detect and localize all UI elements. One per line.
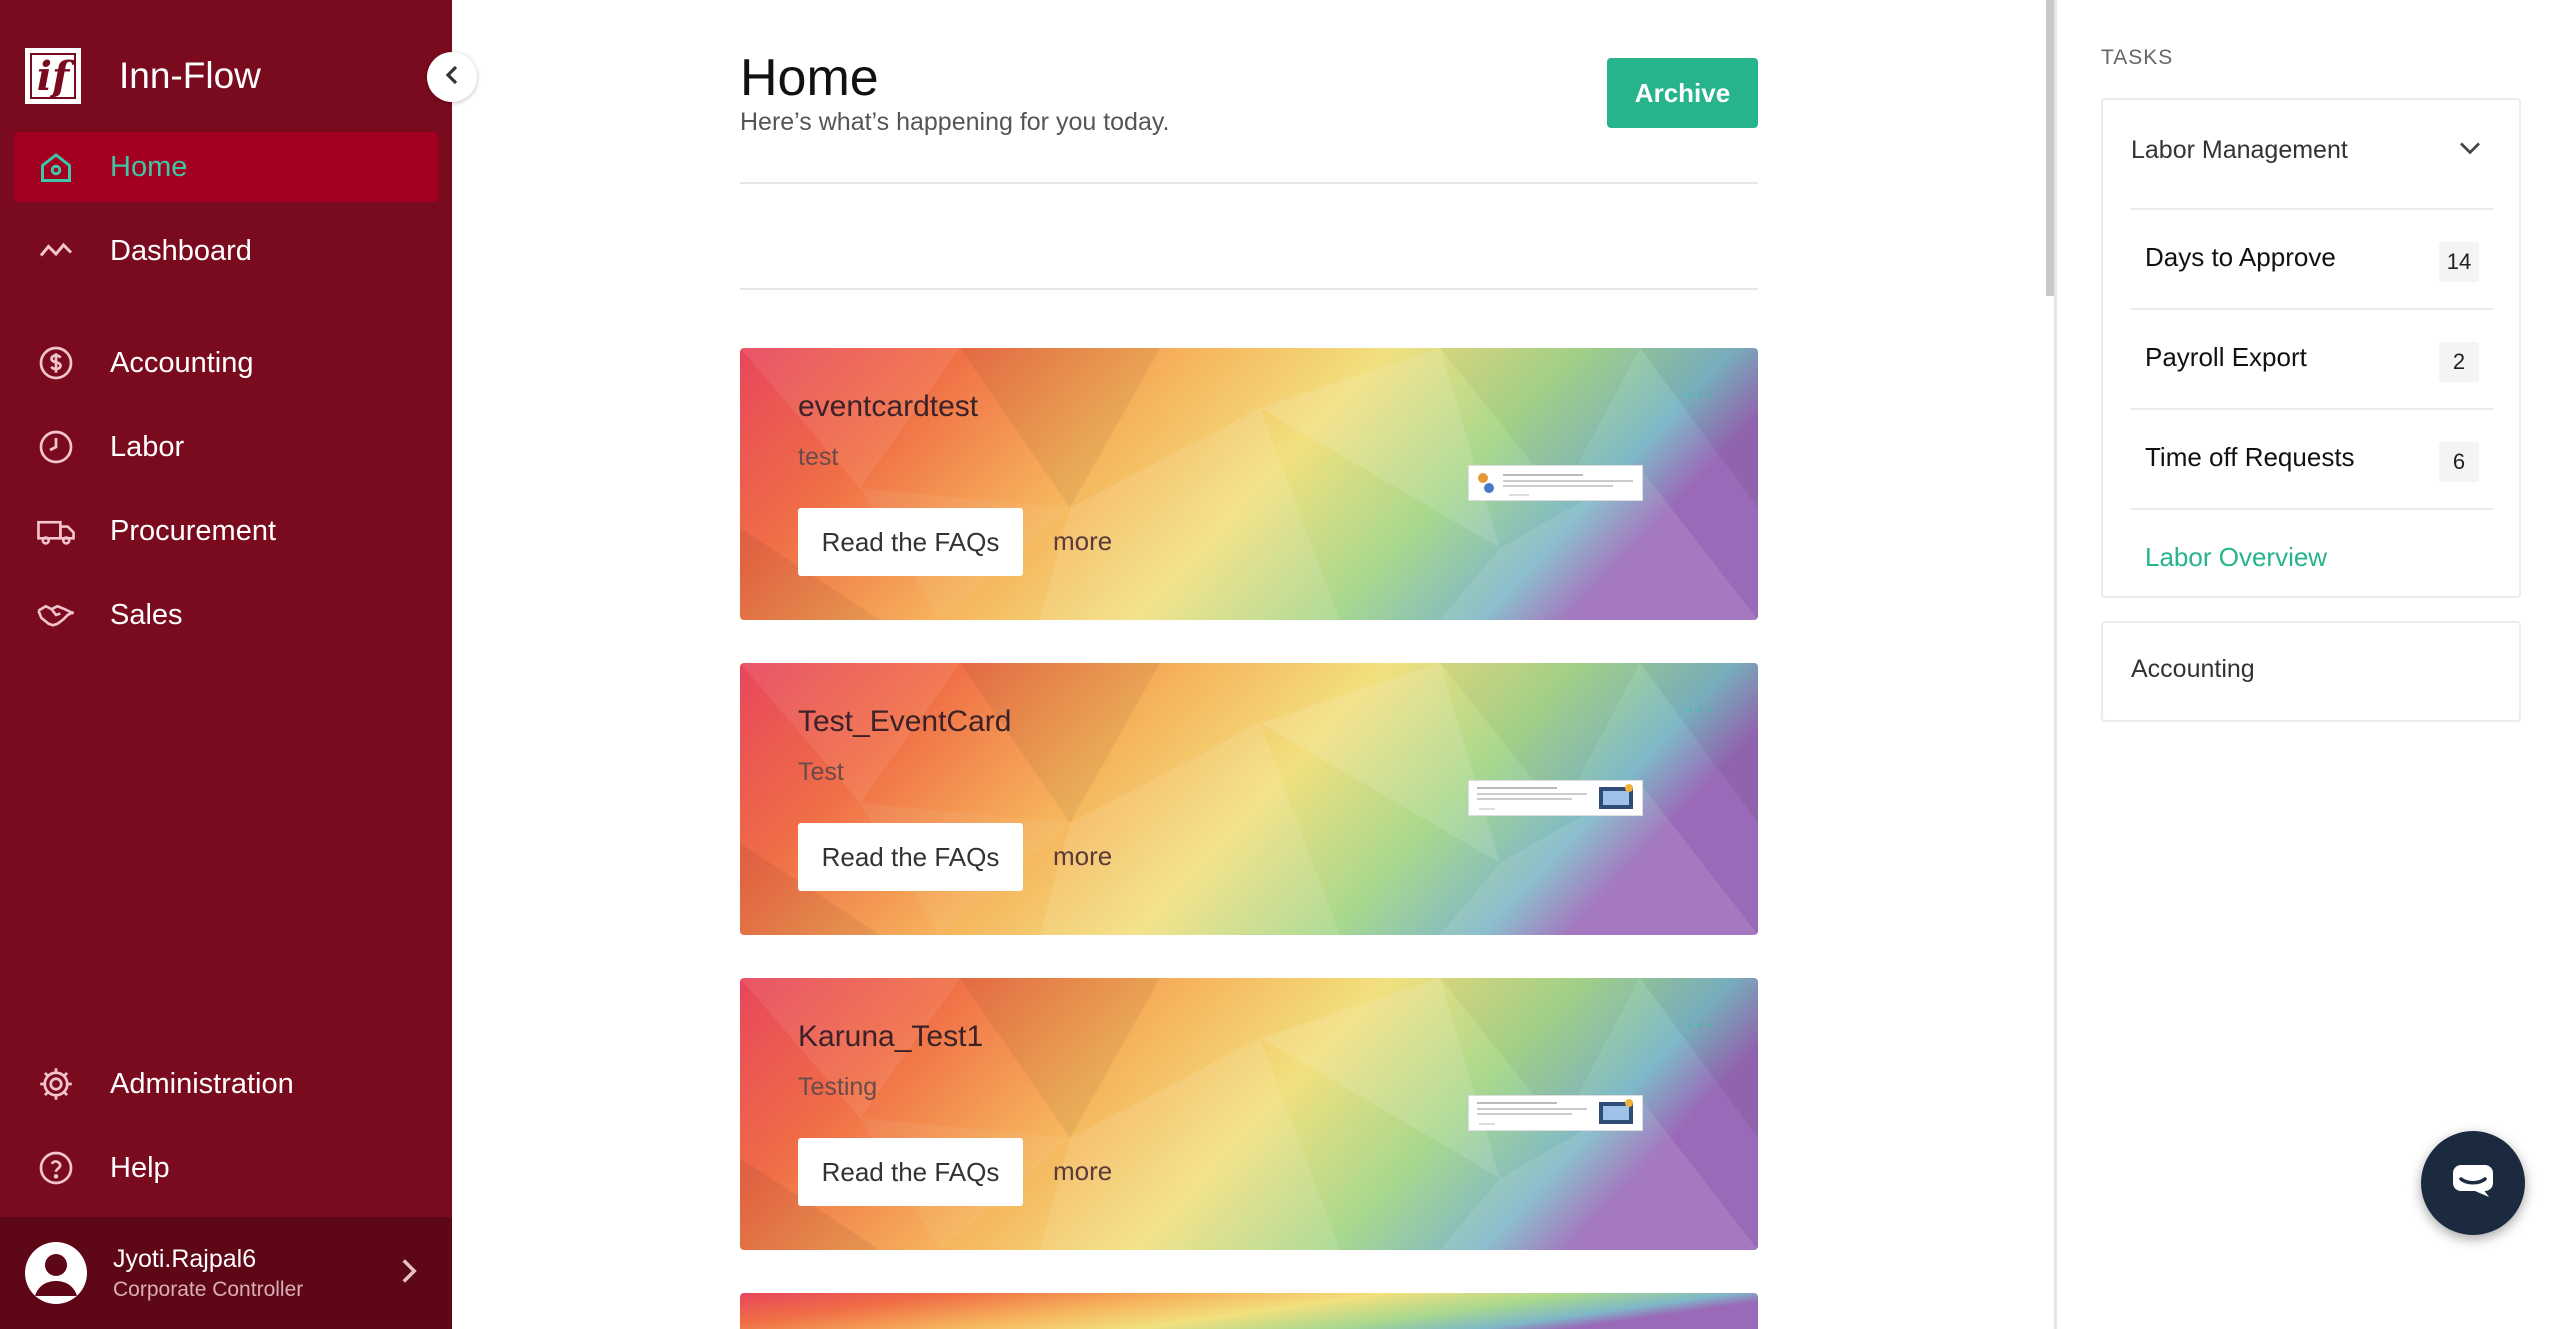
divider (740, 182, 1758, 184)
sidebar-item-label: Administration (110, 1067, 294, 1100)
sidebar-item-label: Sales (110, 598, 183, 631)
sidebar-item-label: Help (110, 1151, 170, 1184)
user-profile[interactable]: Jyoti.Rajpal6 Corporate Controller (0, 1217, 452, 1329)
task-count-badge: 6 (2439, 442, 2479, 482)
handshake-icon (36, 595, 76, 635)
sidebar-item-label: Home (110, 150, 188, 183)
brand[interactable]: if Inn-Flow (25, 46, 261, 106)
truck-icon (36, 511, 76, 551)
trend-line-icon (36, 231, 76, 271)
scrollbar[interactable] (2046, 0, 2054, 296)
sidebar-item-label: Procurement (110, 514, 277, 547)
sidebar-item-dashboard[interactable]: Dashboard (14, 216, 438, 286)
card-title: Test_EventCard (798, 705, 1012, 738)
page-title: Home (740, 49, 879, 107)
group-title[interactable]: Labor Management (2131, 136, 2348, 165)
card-menu-icon[interactable]: ··· (1686, 1008, 1715, 1039)
accounting-group[interactable]: Accounting (2101, 621, 2521, 722)
labor-overview-link[interactable]: Labor Overview (2145, 542, 2327, 573)
page-subtitle: Here’s what’s happening for you today. (740, 108, 1170, 136)
card-title: eventcardtest (798, 390, 979, 423)
event-card: Karuna_Test1 Testing Read the FAQs more … (740, 978, 1758, 1250)
gear-icon (36, 1064, 76, 1104)
sidebar-item-label: Labor (110, 430, 185, 463)
card-subtitle: test (798, 443, 839, 471)
question-circle-icon (36, 1148, 76, 1188)
sidebar-item-label: Dashboard (110, 234, 252, 267)
task-row-days-to-approve[interactable]: Days to Approve 14 (2131, 208, 2493, 308)
chevron-left-icon (444, 64, 460, 91)
more-link[interactable]: more (1053, 1156, 1112, 1187)
task-row-time-off-requests[interactable]: Time off Requests 6 (2131, 408, 2493, 508)
chevron-right-icon (398, 1257, 420, 1290)
sidebar-item-labor[interactable]: Labor (14, 412, 438, 482)
task-count-badge: 2 (2439, 342, 2479, 382)
chat-icon (2451, 1163, 2495, 1204)
sidebar-item-administration[interactable]: Administration (14, 1049, 438, 1119)
sidebar-item-home[interactable]: Home (14, 132, 438, 202)
tasks-panel: TASKS Labor Management Days to Approve 1… (2054, 0, 2561, 1329)
event-card: eventcardtest test Read the FAQs more ··… (740, 348, 1758, 620)
more-link[interactable]: more (1053, 526, 1112, 557)
card-thumbnail (1468, 780, 1643, 816)
task-label: Days to Approve (2145, 242, 2336, 272)
sidebar: if Inn-Flow Home Dashboard Accounting La… (0, 0, 452, 1329)
task-count-badge: 14 (2439, 242, 2479, 282)
card-background (740, 1293, 1758, 1329)
app-name: Inn-Flow (119, 55, 261, 96)
card-thumbnail (1468, 465, 1643, 501)
card-thumbnail (1468, 1095, 1643, 1131)
divider (740, 288, 1758, 290)
sidebar-item-label: Accounting (110, 346, 254, 379)
clock-icon (36, 427, 76, 467)
card-subtitle: Test (798, 758, 844, 786)
sidebar-item-sales[interactable]: Sales (14, 580, 438, 650)
collapse-sidebar-button[interactable] (427, 52, 477, 102)
event-card: Test_EventCard Test Read the FAQs more ·… (740, 663, 1758, 935)
sidebar-item-procurement[interactable]: Procurement (14, 496, 438, 566)
read-faqs-button[interactable]: Read the FAQs (798, 1138, 1023, 1206)
task-label: Payroll Export (2145, 342, 2307, 372)
card-menu-icon[interactable]: ··· (1686, 693, 1715, 724)
archive-button[interactable]: Archive (1607, 58, 1758, 128)
inn-flow-logo: if (25, 48, 81, 104)
chevron-down-icon[interactable] (2458, 140, 2482, 161)
chat-button[interactable] (2421, 1131, 2525, 1235)
home-icon (36, 147, 76, 187)
card-title: Karuna_Test1 (798, 1020, 984, 1053)
user-name: Jyoti.Rajpal6 (113, 1244, 257, 1273)
task-row-payroll-export[interactable]: Payroll Export 2 (2131, 308, 2493, 408)
read-faqs-button[interactable]: Read the FAQs (798, 823, 1023, 891)
task-label: Time off Requests (2145, 442, 2355, 472)
labor-management-group: Labor Management Days to Approve 14 Payr… (2101, 98, 2521, 598)
tasks-heading: TASKS (2101, 46, 2174, 69)
sidebar-item-accounting[interactable]: Accounting (14, 328, 438, 398)
read-faqs-button[interactable]: Read the FAQs (798, 508, 1023, 576)
card-menu-icon[interactable]: ··· (1686, 378, 1715, 409)
more-link[interactable]: more (1053, 841, 1112, 872)
avatar (25, 1242, 87, 1304)
dollar-circle-icon (36, 343, 76, 383)
group-title: Accounting (2131, 655, 2255, 683)
labor-overview-row: Labor Overview (2131, 508, 2493, 598)
event-card (740, 1293, 1758, 1329)
user-role: Corporate Controller (113, 1277, 304, 1301)
main-content: Home Here’s what’s happening for you tod… (452, 0, 2054, 1329)
card-subtitle: Testing (798, 1073, 878, 1101)
sidebar-item-help[interactable]: Help (14, 1133, 438, 1203)
